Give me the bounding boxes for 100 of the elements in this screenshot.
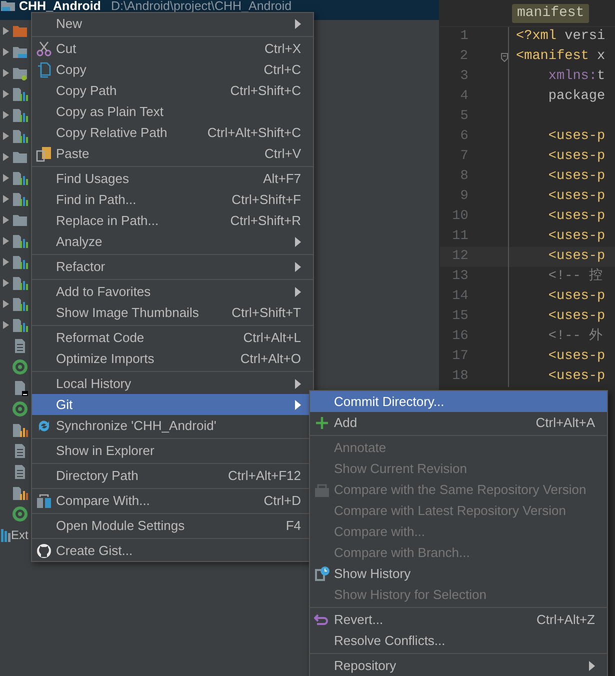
shortcut-text: Ctrl+Shift+R <box>230 212 301 230</box>
expand-arrow-icon[interactable] <box>3 236 9 244</box>
module-folder-icon <box>12 296 28 312</box>
menu-item[interactable]: Compare With... Ctrl+D <box>32 490 313 511</box>
code-line: <?xml versi <box>516 28 606 46</box>
expand-arrow-icon[interactable] <box>3 90 9 98</box>
expand-arrow-icon[interactable] <box>3 216 9 224</box>
code-line: <uses-p <box>547 188 606 206</box>
shortcut-text: Ctrl+V <box>264 144 301 163</box>
menu-item[interactable]: Open Module Settings F4 <box>32 515 313 536</box>
menu-item[interactable]: Revert... Ctrl+Alt+Z <box>310 609 607 630</box>
menu-item[interactable]: Paste Ctrl+V <box>32 143 313 164</box>
menu-item[interactable]: Copy Ctrl+C <box>32 59 313 80</box>
line-number: 11 <box>451 228 468 246</box>
menu-item[interactable]: Add Ctrl+Alt+A <box>310 412 607 433</box>
shortcut-text: Ctrl+X <box>264 40 301 58</box>
history-icon <box>314 566 330 582</box>
module-folder-icon <box>12 316 28 332</box>
expand-arrow-icon[interactable] <box>3 194 9 202</box>
line-number: 2 <box>458 48 468 66</box>
shortcut-text: Ctrl+Alt+Z <box>536 610 595 629</box>
line-number: 8 <box>459 168 468 186</box>
line-number: 6 <box>459 128 468 146</box>
menu-item[interactable]: Reformat Code Ctrl+Alt+L <box>32 327 313 348</box>
code-line: <!-- 控 <box>547 267 603 286</box>
code-line: <uses-p <box>547 148 606 166</box>
cat-logo-icon <box>36 542 52 558</box>
shortcut-text: Ctrl+Alt+O <box>240 350 301 368</box>
paste-icon <box>36 146 52 162</box>
expand-arrow-icon[interactable] <box>3 278 9 286</box>
menu-item[interactable]: Show History <box>310 563 607 584</box>
ring-icon <box>12 400 28 416</box>
fold-marker-icon[interactable] <box>501 52 508 62</box>
menu-item[interactable]: Copy Path Ctrl+Shift+C <box>32 80 313 101</box>
line-number: 3 <box>459 68 468 86</box>
module-folder-icon <box>12 274 28 290</box>
menu-item[interactable]: Find in Path... Ctrl+Shift+F <box>32 189 313 210</box>
code-line: <uses-p <box>547 128 606 146</box>
shortcut-text: Ctrl+C <box>264 60 301 79</box>
tree-item-label[interactable]: Ext <box>11 526 28 544</box>
menu-item[interactable]: Resolve Conflicts... <box>310 630 607 651</box>
project-folder-icon <box>1 0 15 12</box>
expand-arrow-icon[interactable] <box>3 68 9 76</box>
code-line: <uses-p <box>547 208 606 226</box>
expand-arrow-icon[interactable] <box>3 174 9 182</box>
code-line: <uses-p <box>547 168 606 186</box>
plus-icon <box>315 416 329 430</box>
shortcut-text: Ctrl+Shift+C <box>230 82 301 100</box>
menu-item[interactable]: Replace in Path... Ctrl+Shift+R <box>32 210 313 231</box>
menu-item[interactable]: Show in Explorer <box>32 440 313 461</box>
code-line: <uses-p <box>547 348 606 366</box>
code-line: <uses-p <box>547 368 606 386</box>
menu-item[interactable]: Find Usages Alt+F7 <box>32 168 313 189</box>
code-line: <uses-p <box>547 308 606 326</box>
code-line: <uses-p <box>547 228 606 246</box>
menu-item[interactable]: Copy as Plain Text <box>32 101 313 122</box>
line-number: 14 <box>451 288 468 306</box>
menu-item[interactable]: Optimize Imports Ctrl+Alt+O <box>32 348 313 369</box>
menu-item[interactable]: Directory Path Ctrl+Alt+F12 <box>32 465 313 486</box>
expand-arrow-icon[interactable] <box>3 320 9 328</box>
shortcut-text: F4 <box>286 516 301 535</box>
line-number: 5 <box>459 108 468 126</box>
menu-item[interactable]: Add to Favorites <box>32 281 313 302</box>
project-name: CHH_Android <box>19 0 101 12</box>
line-number: 13 <box>451 268 468 286</box>
menu-item[interactable]: Synchronize 'CHH_Android' <box>32 415 313 436</box>
shortcut-text: Ctrl+Shift+T <box>232 304 301 322</box>
code-line: <manifest x <box>516 48 606 66</box>
revert-icon <box>314 612 330 628</box>
menu-item[interactable]: Cut Ctrl+X <box>32 38 313 59</box>
expand-arrow-icon[interactable] <box>3 48 9 56</box>
code-line: <uses-p <box>547 288 606 306</box>
menu-item[interactable]: Repository <box>310 655 607 676</box>
library-icon <box>1 526 11 542</box>
breadcrumb-tag[interactable]: manifest <box>512 4 590 22</box>
expand-arrow-icon[interactable] <box>3 132 9 140</box>
scissors-icon <box>36 40 52 56</box>
menu-item[interactable]: Refactor <box>32 256 313 277</box>
menu-item[interactable]: Copy Relative Path Ctrl+Alt+Shift+C <box>32 122 313 143</box>
file-icon <box>12 380 28 396</box>
module-folder-icon <box>12 254 28 270</box>
expand-arrow-icon[interactable] <box>3 258 9 266</box>
module-folder-icon <box>12 106 28 122</box>
expand-arrow-icon[interactable] <box>3 26 9 34</box>
line-number: 16 <box>451 328 468 346</box>
menu-item[interactable]: Local History <box>32 373 313 394</box>
file-icon <box>12 464 28 480</box>
expand-arrow-icon[interactable] <box>3 110 9 118</box>
menu-item[interactable]: Show Image Thumbnails Ctrl+Shift+T <box>32 302 313 323</box>
line-number: 9 <box>459 188 468 206</box>
menu-item[interactable]: Analyze <box>32 231 313 252</box>
expand-arrow-icon[interactable] <box>3 300 9 308</box>
shortcut-text: Ctrl+Alt+F12 <box>228 466 301 485</box>
menu-item[interactable]: Create Gist... <box>32 540 313 561</box>
shortcut-text: Alt+F7 <box>263 170 301 188</box>
menu-item[interactable]: Commit Directory... <box>310 391 607 412</box>
line-number: 17 <box>451 348 468 366</box>
line-number: 1 <box>459 28 468 46</box>
expand-arrow-icon[interactable] <box>3 152 9 160</box>
ring-icon <box>12 506 28 522</box>
